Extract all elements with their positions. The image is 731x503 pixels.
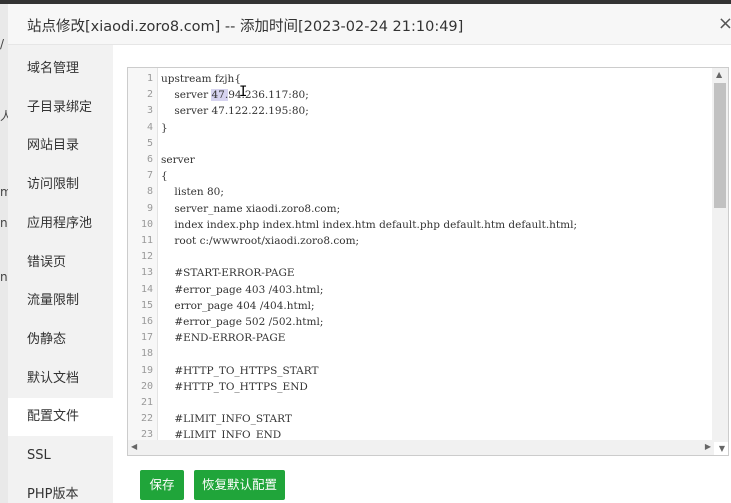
line-number: 16 bbox=[140, 316, 153, 327]
line-number: 21 bbox=[140, 397, 153, 408]
line-number: 11 bbox=[140, 235, 153, 246]
scroll-left-icon[interactable]: ◀ bbox=[131, 442, 137, 451]
code-line: #HTTP_TO_HTTPS_START bbox=[161, 364, 319, 377]
sidebar-item[interactable]: PHP版本 bbox=[8, 476, 113, 503]
code-line: #HTTP_TO_HTTPS_END bbox=[161, 380, 308, 393]
sidebar-item[interactable]: 配置文件 bbox=[8, 398, 113, 437]
line-number: 18 bbox=[140, 348, 153, 360]
sidebar-item[interactable]: 伪静态 bbox=[8, 321, 113, 359]
code-line: #END-ERROR-PAGE bbox=[161, 332, 286, 345]
code-line: #START-ERROR-PAGE bbox=[161, 267, 295, 280]
line-number: 14 bbox=[140, 283, 153, 295]
line-number: 9 bbox=[146, 202, 153, 214]
code-line: } bbox=[161, 121, 168, 134]
code-line: #error_page 403 /403.html; bbox=[161, 283, 324, 296]
sidebar-item[interactable]: SSL bbox=[8, 437, 113, 475]
sidebar-item[interactable]: 应用程序池 bbox=[8, 205, 113, 243]
line-number: 6 bbox=[146, 154, 153, 165]
background-fragment: n bbox=[0, 216, 8, 230]
selected-text: 47. bbox=[211, 89, 229, 102]
main-content: 1 2 3 4 5 6 7 8 9 10 11 12 13 14 15 16 17 18 19 20 21 22 23 up… bbox=[113, 45, 731, 503]
code-line: #error_page 502 /502.html; bbox=[161, 316, 324, 328]
code-line: error_page 404 /404.html; bbox=[161, 299, 315, 312]
sidebar-item[interactable]: 网站目录 bbox=[8, 127, 113, 165]
line-number: 2 bbox=[146, 89, 153, 101]
line-number: 12 bbox=[140, 251, 153, 263]
code-text: server bbox=[161, 89, 212, 102]
code-line: server_name xiaodi.zoro8.com; bbox=[161, 202, 341, 215]
code-line: { bbox=[161, 170, 168, 183]
text-cursor-icon: I bbox=[239, 84, 248, 100]
site-edit-dialog: 站点修改[xiaodi.zoro8.com] -- 添加时间[2023-02-2… bbox=[8, 4, 731, 503]
line-number-gutter: 1 2 3 4 5 6 7 8 9 10 11 12 13 14 15 16 17 18 19 20 21 22 23 bbox=[128, 68, 158, 442]
scroll-up-icon[interactable]: ▲ bbox=[716, 70, 722, 79]
line-number: 13 bbox=[140, 267, 153, 279]
code-line: server 47.122.22.195:80; bbox=[161, 105, 309, 118]
dialog-header: 站点修改[xiaodi.zoro8.com] -- 添加时间[2023-02-2… bbox=[8, 4, 731, 45]
horizontal-scrollbar[interactable]: ◀ ▶ bbox=[128, 440, 714, 455]
line-number: 22 bbox=[140, 413, 153, 425]
line-number: 10 bbox=[140, 218, 153, 230]
code-line: server 47.94.236.117:80; bbox=[161, 87, 309, 103]
line-number: 15 bbox=[140, 299, 153, 311]
restore-default-config-button[interactable]: 恢复默认配置 bbox=[194, 470, 285, 500]
line-number: 20 bbox=[140, 380, 153, 392]
background-fragment: n bbox=[0, 270, 8, 284]
scroll-right-icon[interactable]: ▶ bbox=[705, 442, 711, 451]
code-line: listen 80; bbox=[161, 186, 224, 199]
line-number: 3 bbox=[146, 105, 153, 117]
vertical-scroll-thumb[interactable] bbox=[714, 83, 726, 208]
scroll-down-icon[interactable]: ▼ bbox=[719, 444, 725, 453]
background-page-edge: / 人 m n n bbox=[0, 4, 12, 503]
line-number: 1 bbox=[146, 73, 153, 84]
sidebar-item[interactable]: 访问限制 bbox=[8, 166, 113, 204]
line-number: 5 bbox=[146, 137, 153, 149]
close-icon[interactable]: × bbox=[718, 13, 731, 34]
background-fragment: / bbox=[0, 37, 5, 51]
vertical-scrollbar[interactable]: ▲ bbox=[712, 68, 728, 442]
line-number: 19 bbox=[140, 364, 153, 376]
screen: / 人 m n n 站点修改[xiaodi.zoro8.com] -- 添加时间… bbox=[0, 0, 731, 503]
sidebar: 域名管理 子目录绑定 网站目录 访问限制 应用程序池 错误页 流量限制 伪静态 默认文档 配置文件… bbox=[8, 45, 113, 503]
code-area[interactable]: upstream fzjh{ server 47.94.236.117:80; … bbox=[161, 68, 711, 442]
sidebar-item[interactable]: 错误页 bbox=[8, 244, 113, 282]
sidebar-item[interactable]: 子目录绑定 bbox=[8, 89, 113, 127]
dialog-title: 站点修改[xiaodi.zoro8.com] -- 添加时间[2023-02-2… bbox=[27, 19, 464, 35]
config-editor[interactable]: 1 2 3 4 5 6 7 8 9 10 11 12 13 14 15 16 17 18 19 20 21 22 23 up… bbox=[127, 67, 729, 456]
line-number: 17 bbox=[140, 332, 153, 344]
code-line: server bbox=[161, 154, 195, 166]
code-line: index index.php index.html index.htm def… bbox=[161, 218, 577, 231]
sidebar-item[interactable]: 默认文档 bbox=[8, 360, 113, 398]
save-button[interactable]: 保存 bbox=[140, 470, 184, 500]
code-line: root c:/wwwroot/xiaodi.zoro8.com; bbox=[161, 235, 360, 247]
code-line: #LIMIT_INFO_START bbox=[161, 413, 292, 426]
line-number: 7 bbox=[146, 170, 153, 182]
line-number: 4 bbox=[146, 121, 153, 133]
sidebar-item[interactable]: 域名管理 bbox=[8, 50, 113, 88]
line-number: 8 bbox=[146, 186, 153, 198]
sidebar-item[interactable]: 流量限制 bbox=[8, 282, 113, 320]
code-line: upstream fzjh{ bbox=[161, 73, 241, 85]
